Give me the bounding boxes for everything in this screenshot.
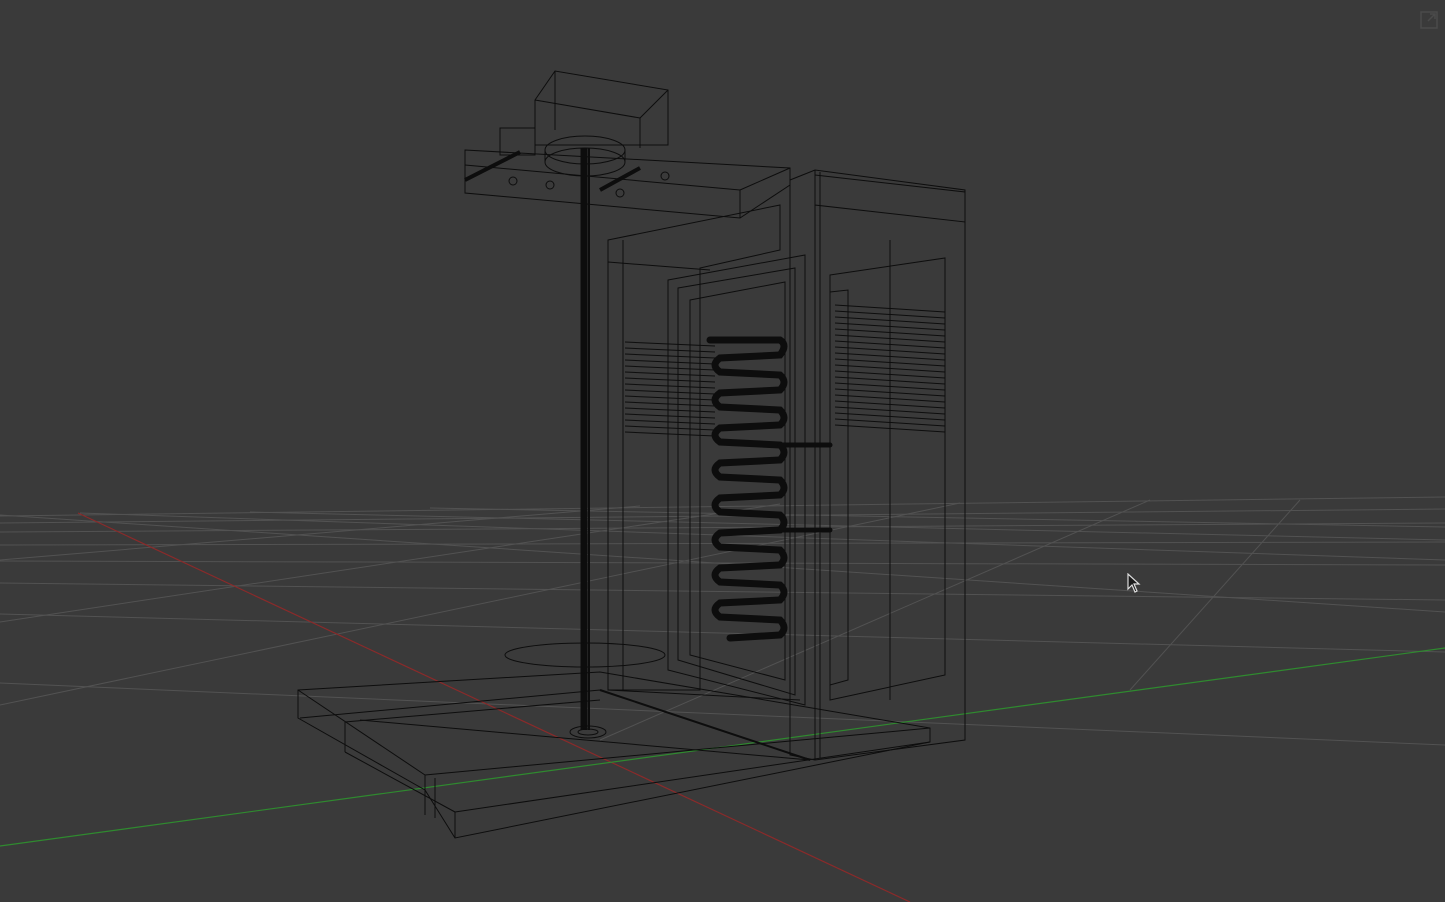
3d-viewport[interactable]: [0, 0, 1445, 902]
mouse-pointer-icon: [1127, 573, 1141, 593]
wireframe-model[interactable]: [297, 70, 966, 839]
top-shelf: [464, 149, 791, 219]
heating-coil: [706, 336, 833, 642]
top-motor-box: [499, 70, 669, 156]
heating-cabinet: [607, 169, 966, 761]
viewport-canvas[interactable]: [0, 0, 1445, 902]
maximize-button[interactable]: [1418, 9, 1440, 31]
maximize-icon: [1420, 11, 1438, 29]
vertical-spit: [569, 148, 607, 739]
base-platform: [297, 671, 931, 839]
left-vents: [624, 341, 716, 437]
